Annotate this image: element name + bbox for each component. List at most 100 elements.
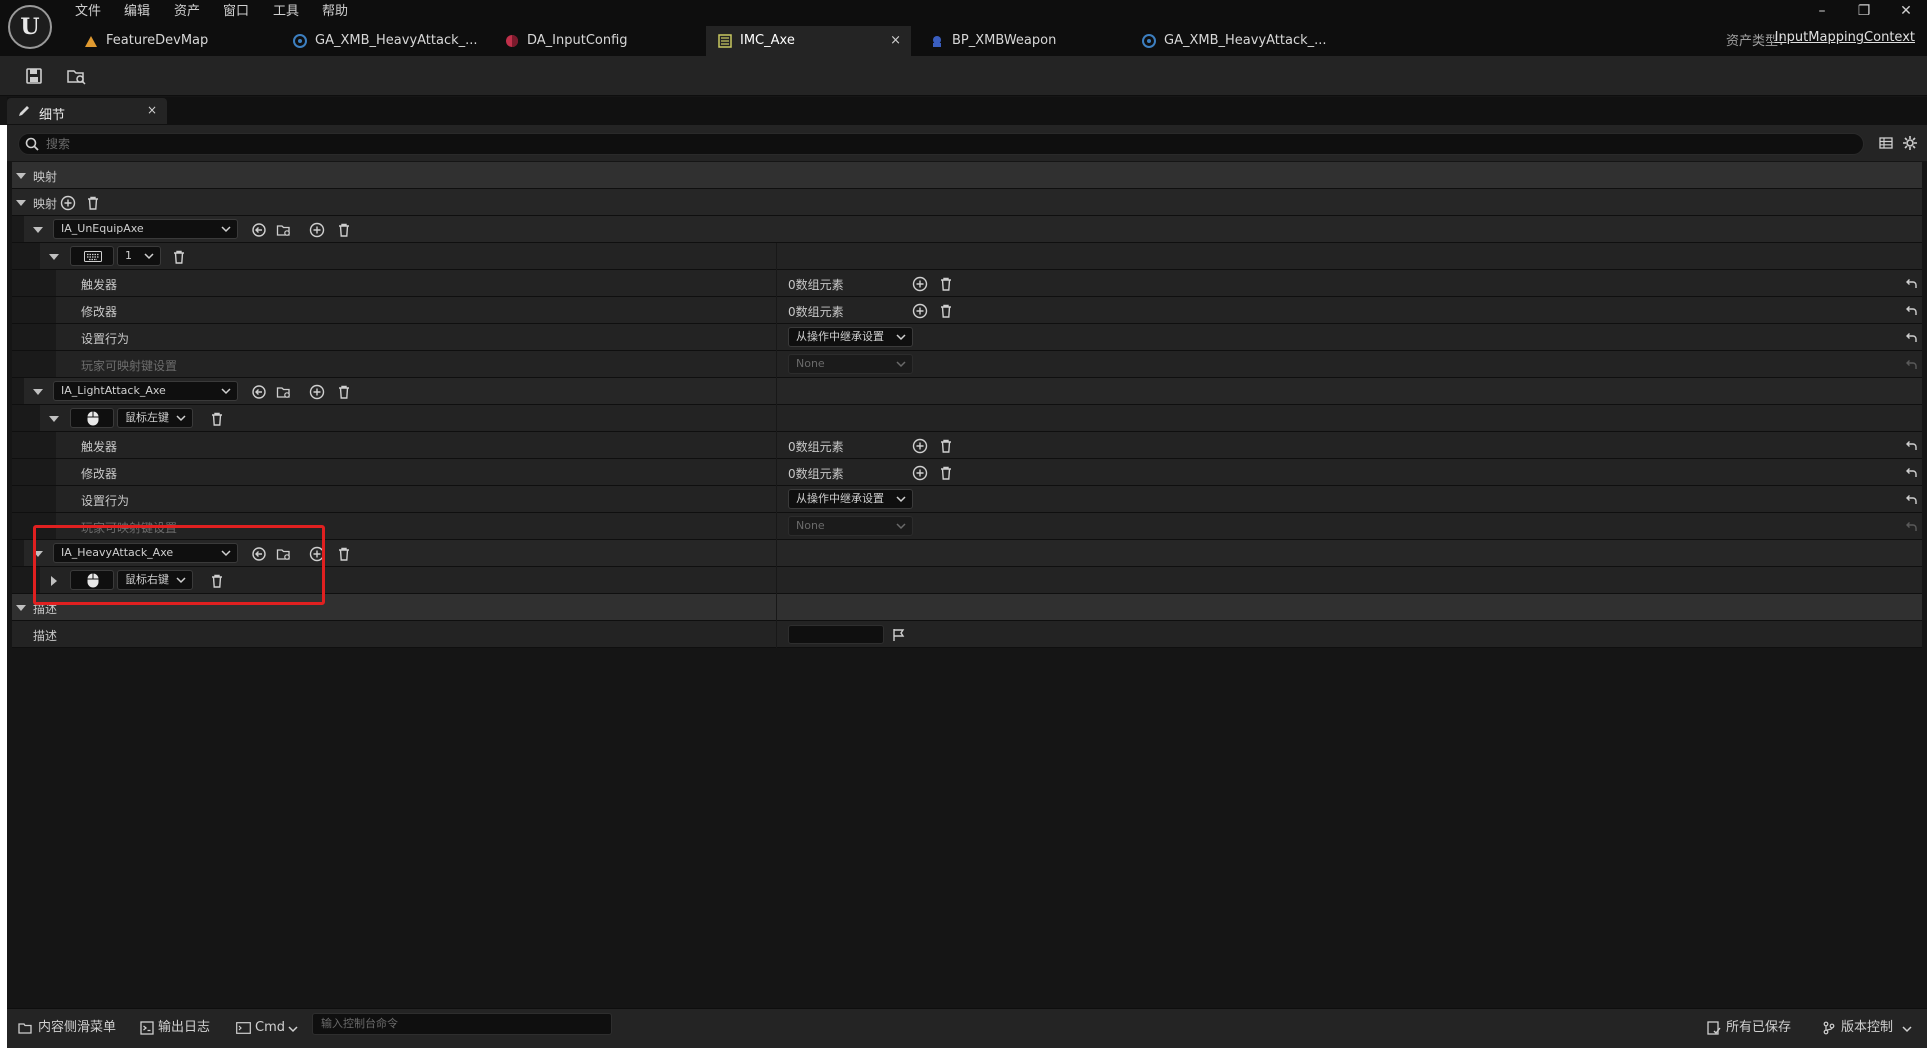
panel-tab-bar <box>7 97 1927 125</box>
property-label: 修改器 <box>81 305 118 319</box>
delete-icon[interactable] <box>209 411 225 427</box>
menu-help[interactable]: 帮助 <box>322 2 348 22</box>
add-element-icon[interactable] <box>912 438 928 454</box>
add-element-icon[interactable] <box>60 195 76 211</box>
browse-to-asset-button[interactable] <box>62 62 90 90</box>
tab-imc-axe[interactable]: IMC_Axe × <box>706 26 911 56</box>
tab-featuredevmap[interactable]: FeatureDevMap <box>72 26 277 56</box>
cmd-select[interactable]: Cmd <box>236 1017 298 1039</box>
delete-icon[interactable] <box>336 546 352 562</box>
category-mappings-label: 映射 <box>33 170 58 184</box>
property-row-setting-behavior: 设置行为 从操作中继承设置 <box>12 486 1922 513</box>
chevron-down-icon[interactable] <box>48 413 60 425</box>
action-select-lightattack[interactable]: IA_LightAttack_Axe <box>53 381 238 401</box>
delete-all-icon[interactable] <box>938 276 954 292</box>
add-element-icon[interactable] <box>912 465 928 481</box>
setting-behavior-select[interactable]: 从操作中继承设置 <box>788 489 913 509</box>
keyboard-icon <box>84 251 102 262</box>
level-icon <box>85 36 97 47</box>
source-control-button[interactable]: 版本控制 <box>1822 1017 1912 1039</box>
key-value-select[interactable]: 鼠标左键 <box>117 408 193 428</box>
reset-to-default-icon[interactable] <box>1904 493 1918 507</box>
settings-gear-icon[interactable] <box>1902 135 1918 151</box>
delete-all-icon[interactable] <box>85 195 101 211</box>
minimize-button[interactable]: – <box>1802 0 1842 22</box>
restore-button[interactable]: ❐ <box>1844 0 1884 22</box>
property-row-triggers: 触发器 0数组元素 <box>12 270 1922 297</box>
property-label: 设置行为 <box>81 494 130 508</box>
reset-to-default-icon[interactable] <box>1904 331 1918 345</box>
details-tab-label: 细节 <box>39 108 66 123</box>
property-label: 修改器 <box>81 467 118 481</box>
chevron-down-icon[interactable] <box>32 386 44 398</box>
content-drawer-button[interactable]: 内容侧滑菜单 <box>18 1017 116 1039</box>
browse-folder-icon[interactable] <box>276 384 292 400</box>
key-row-lightattack: 鼠标左键 <box>12 405 1922 432</box>
indent-guide <box>12 378 24 404</box>
property-row-modifiers: 修改器 0数组元素 <box>12 297 1922 324</box>
menu-tools[interactable]: 工具 <box>273 2 299 22</box>
output-log-button[interactable]: 输出日志 <box>140 1017 210 1039</box>
localization-flag-icon[interactable] <box>892 628 906 642</box>
chevron-down-icon <box>896 334 906 341</box>
add-element-icon[interactable] <box>309 384 325 400</box>
browse-folder-icon[interactable] <box>276 222 292 238</box>
key-selector-button[interactable] <box>70 246 114 266</box>
search-icon <box>25 137 39 151</box>
output-log-icon <box>140 1021 154 1035</box>
menu-window[interactable]: 窗口 <box>223 2 249 22</box>
chevron-down-icon[interactable] <box>48 251 60 263</box>
menu-assets[interactable]: 资产 <box>174 2 200 22</box>
key-value-select[interactable]: 1 <box>117 246 161 266</box>
search-input[interactable] <box>18 133 1864 155</box>
chevron-down-icon[interactable] <box>32 224 44 236</box>
indent-guide <box>12 270 56 296</box>
use-selected-icon[interactable] <box>251 384 267 400</box>
menu-edit[interactable]: 编辑 <box>124 2 150 22</box>
tab-details[interactable]: 细节 × <box>7 98 167 124</box>
tab-ga-xmb-heavyattack-2[interactable]: GA_XMB_HeavyAttack_... <box>1130 26 1350 56</box>
tab-ga-xmb-heavyattack-1[interactable]: GA_XMB_HeavyAttack_... <box>281 26 486 56</box>
delete-all-icon[interactable] <box>938 438 954 454</box>
add-element-icon[interactable] <box>309 222 325 238</box>
save-button[interactable] <box>20 62 48 90</box>
reset-to-default-icon[interactable] <box>1904 277 1918 291</box>
menu-file[interactable]: 文件 <box>75 2 101 22</box>
delete-icon[interactable] <box>171 249 187 265</box>
close-tab-icon[interactable]: × <box>890 26 901 56</box>
setting-behavior-select[interactable]: 从操作中继承设置 <box>788 327 913 347</box>
close-window-button[interactable]: ✕ <box>1886 0 1926 22</box>
tab-bp-xmbweapon[interactable]: BP_XMBWeapon <box>918 26 1123 56</box>
delete-icon[interactable] <box>336 222 352 238</box>
reset-to-default-icon[interactable] <box>1904 304 1918 318</box>
column-divider[interactable] <box>776 243 777 648</box>
action-select-unequipaxe[interactable]: IA_UnEquipAxe <box>53 219 238 239</box>
console-icon <box>236 1022 251 1034</box>
property-label: 设置行为 <box>81 332 130 346</box>
delete-all-icon[interactable] <box>938 465 954 481</box>
chevron-down-icon[interactable] <box>15 197 27 209</box>
add-element-icon[interactable] <box>912 276 928 292</box>
indent-guide <box>12 486 56 512</box>
search-placeholder: 搜索 <box>46 137 71 151</box>
description-input[interactable] <box>788 625 884 644</box>
indent-guide <box>12 297 56 323</box>
add-element-icon[interactable] <box>912 303 928 319</box>
chevron-down-icon <box>1902 1026 1912 1033</box>
reset-to-default-icon[interactable] <box>1904 466 1918 480</box>
close-icon[interactable]: × <box>147 103 157 117</box>
key-selector-button[interactable] <box>70 408 114 428</box>
highlight-box <box>33 525 325 605</box>
reset-to-default-icon[interactable] <box>1904 439 1918 453</box>
property-row-triggers: 触发器 0数组元素 <box>12 432 1922 459</box>
delete-icon[interactable] <box>336 384 352 400</box>
category-mappings[interactable]: 映射 <box>12 162 1922 189</box>
tab-da-inputconfig[interactable]: DA_InputConfig <box>493 26 698 56</box>
all-saved-button[interactable]: 所有已保存 <box>1707 1017 1791 1039</box>
asset-type-link[interactable]: InputMappingContext <box>1775 30 1915 45</box>
delete-all-icon[interactable] <box>938 303 954 319</box>
unreal-logo-icon[interactable]: U <box>8 5 52 49</box>
use-selected-icon[interactable] <box>251 222 267 238</box>
console-command-input[interactable]: 输入控制台命令 <box>312 1013 612 1035</box>
table-view-icon[interactable] <box>1879 136 1893 150</box>
